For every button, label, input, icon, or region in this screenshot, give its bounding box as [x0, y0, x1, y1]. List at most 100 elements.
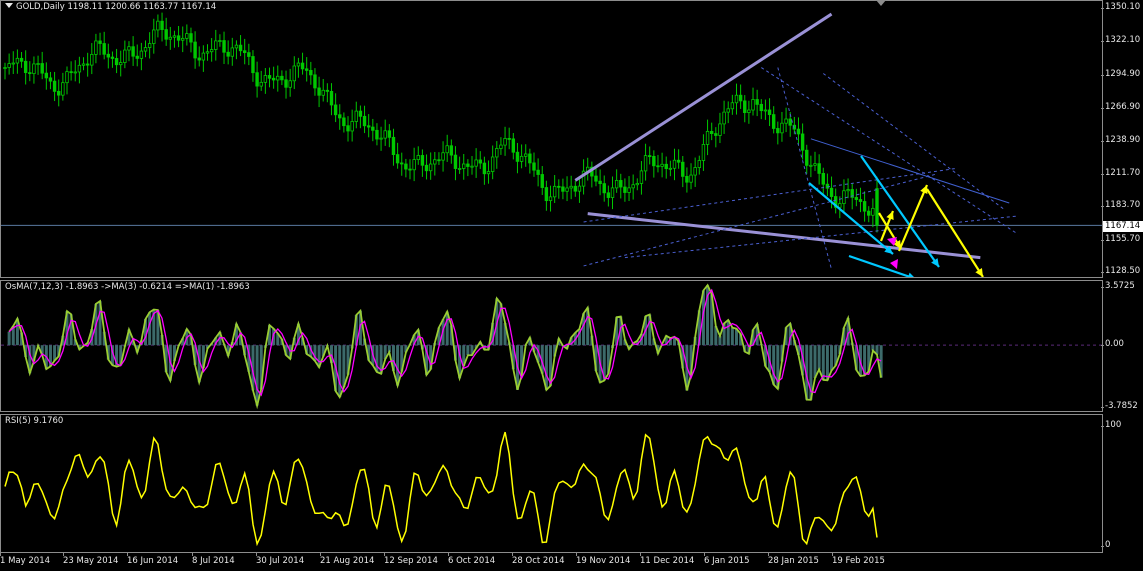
price-tick: 1266.90	[1100, 102, 1141, 112]
candle-body	[358, 110, 363, 117]
candle-body	[755, 99, 759, 105]
osma-bar	[825, 345, 829, 381]
candle-body	[466, 163, 470, 167]
date-tick: 6 Oct 2014	[448, 553, 496, 566]
osma-bar	[817, 345, 821, 370]
osma-axis: 3.5725 0.00 -3.7852	[1101, 280, 1143, 412]
candle-body	[730, 102, 735, 110]
candle-body	[110, 56, 115, 59]
price-tick: 1294.90	[1100, 69, 1141, 79]
rsi-indicator-pane[interactable]: RSI(5) 9.1760	[0, 414, 1103, 553]
date-tick: 21 Aug 2014	[320, 553, 375, 566]
candle-body	[743, 100, 747, 113]
candle-body	[573, 185, 578, 192]
candle-body	[276, 75, 280, 81]
candle-body	[614, 180, 619, 189]
candle-body	[681, 161, 685, 177]
candle-body	[73, 71, 77, 74]
candle-body	[664, 163, 668, 170]
candle-body	[412, 159, 416, 171]
candle-body	[776, 128, 780, 134]
candle-body	[606, 192, 611, 198]
osma-canvas[interactable]	[1, 281, 1103, 412]
candle-body	[333, 104, 338, 116]
candle-body	[474, 159, 478, 167]
osma-indicator-pane[interactable]: OsMA(7,12,3) -1.8963 ->MA(3) -0.6214 =>M…	[0, 280, 1103, 412]
candle-body	[751, 99, 755, 111]
candle-body	[416, 155, 420, 161]
candle-body	[189, 33, 193, 43]
candle-body	[404, 163, 408, 170]
candle-body	[424, 164, 429, 172]
candle-body	[821, 173, 825, 185]
osma-bar	[338, 345, 342, 398]
date-tick: 16 Jun 2014	[127, 553, 179, 566]
price-tick: 1155.70	[1100, 234, 1141, 244]
candle-body	[602, 183, 606, 194]
date-tick: 28 Oct 2014	[512, 553, 565, 566]
candle-body	[565, 187, 569, 192]
candle-body	[780, 122, 784, 134]
candle-body	[234, 44, 239, 49]
candle-body	[838, 203, 842, 208]
candle-body	[284, 79, 288, 88]
candle-body	[135, 55, 139, 59]
candle-body	[552, 185, 557, 198]
candle-body	[842, 190, 846, 204]
osma-bar	[255, 345, 259, 406]
candle-body	[871, 207, 875, 216]
candle-body	[209, 49, 214, 53]
candle-body	[453, 154, 458, 169]
candle-body	[205, 51, 210, 54]
candle-body	[854, 197, 859, 200]
candle-body	[697, 160, 701, 168]
price-tick: 1322.10	[1100, 35, 1141, 45]
candle-body	[321, 89, 325, 96]
osma-bar	[342, 345, 346, 388]
candle-body	[309, 70, 313, 76]
candle-body	[734, 94, 739, 104]
price-chart-pane[interactable]: GOLD,Daily 1198.11 1200.66 1163.77 1167.…	[0, 0, 1103, 278]
candle-body	[3, 67, 7, 69]
candle-body	[44, 72, 49, 79]
candle-body	[387, 130, 392, 138]
osma-bar	[7, 331, 11, 346]
candle-body	[862, 201, 867, 212]
candle-body	[875, 188, 879, 226]
chart-shift-marker-icon[interactable]	[876, 0, 886, 6]
candle-body	[457, 168, 462, 170]
symbol-header: GOLD,Daily 1198.11 1200.66 1163.77 1167.…	[5, 2, 216, 12]
current-price-tag: 1167.14	[1103, 221, 1143, 232]
candle-body	[577, 185, 582, 192]
lower-channel-trendline	[587, 212, 981, 260]
candle-body	[800, 133, 805, 151]
candle-body	[119, 62, 123, 66]
candle-body	[507, 138, 511, 140]
candle-body	[379, 137, 383, 140]
candle-body	[242, 50, 247, 54]
candle-body	[102, 43, 106, 55]
dropdown-triangle-icon[interactable]	[5, 3, 13, 8]
candle-body	[23, 60, 28, 74]
date-tick: 6 Jan 2015	[704, 553, 750, 566]
candle-body	[540, 174, 544, 188]
candle-body	[867, 210, 871, 216]
osma-tick: 0.00	[1101, 339, 1124, 349]
date-tick: 19 Feb 2015	[832, 553, 885, 566]
candle-body	[61, 82, 65, 96]
date-tick: 23 May 2014	[63, 553, 119, 566]
candle-body	[524, 153, 528, 157]
date-tick: 30 Jul 2014	[256, 553, 305, 566]
price-tick: 1238.90	[1100, 135, 1141, 145]
yellow-arrow	[897, 184, 929, 252]
candle-body	[519, 155, 524, 162]
candle-body	[176, 35, 181, 41]
candle-body	[288, 80, 292, 88]
rsi-canvas[interactable]	[1, 415, 1103, 553]
candle-body	[796, 128, 801, 135]
candle-body	[763, 109, 768, 112]
candle-body	[759, 103, 763, 112]
candle-body	[660, 163, 664, 167]
price-chart-canvas[interactable]	[1, 1, 1103, 278]
osma-bar	[730, 327, 734, 346]
